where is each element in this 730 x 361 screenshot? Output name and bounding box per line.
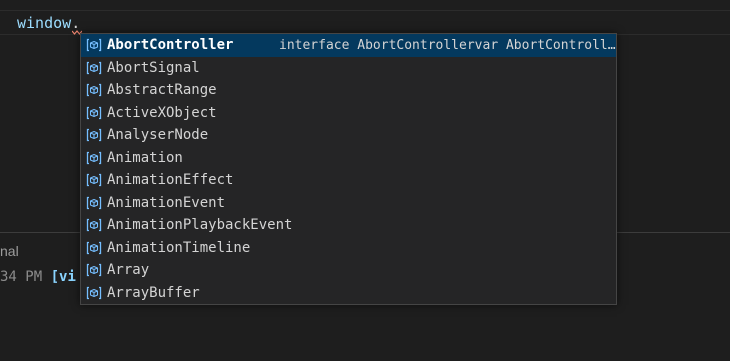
suggest-item[interactable]: AnalyserNode (81, 124, 616, 147)
variable-icon (81, 214, 107, 236)
suggest-item[interactable]: AbstractRange (81, 79, 616, 102)
terminal-tag: [vi (50, 269, 76, 285)
variable-icon (81, 34, 107, 56)
variable-icon (81, 57, 107, 79)
suggest-item[interactable]: AnimationEvent (81, 192, 616, 215)
suggest-item-label: AbortSignal (107, 59, 200, 76)
variable-icon (81, 237, 107, 259)
suggest-item[interactable]: Array (81, 259, 616, 282)
suggest-item-detail: interface AbortControllervar AbortContro… (279, 37, 616, 53)
suggest-item[interactable]: AbortController interface AbortControlle… (81, 34, 616, 57)
suggest-item-label: Animation (107, 149, 183, 166)
code-identifier: window (17, 14, 72, 32)
variable-icon (81, 102, 107, 124)
suggest-item-label: AbortController (107, 37, 234, 54)
suggest-widget[interactable]: AbortController interface AbortControlle… (80, 33, 617, 305)
variable-icon (81, 79, 107, 101)
suggest-item[interactable]: AnimationTimeline (81, 237, 616, 260)
suggest-item-label: AnalyserNode (107, 127, 209, 144)
suggest-item[interactable]: AbortSignal (81, 57, 616, 80)
variable-icon (81, 192, 107, 214)
suggest-item-label: AnimationEffect (107, 172, 234, 189)
code-line[interactable]: window. (17, 13, 80, 33)
suggest-item-label: AbstractRange (107, 82, 217, 99)
panel-title[interactable]: nal (0, 243, 19, 259)
suggest-item-label: Array (107, 262, 150, 279)
variable-icon (81, 259, 107, 281)
terminal-line: 34 PM [vi (0, 269, 76, 285)
suggest-item-label: ArrayBuffer (107, 284, 200, 301)
suggest-item[interactable]: Animation (81, 147, 616, 170)
suggest-item-label: ActiveXObject (107, 104, 217, 121)
suggest-item-label: AnimationPlaybackEvent (107, 217, 293, 234)
suggest-item-label: AnimationTimeline (107, 239, 251, 256)
terminal-time: 34 PM (0, 269, 43, 285)
variable-icon (81, 124, 107, 146)
variable-icon (81, 147, 107, 169)
suggest-item[interactable]: AnimationPlaybackEvent (81, 214, 616, 237)
suggest-item[interactable]: ActiveXObject (81, 102, 616, 125)
suggest-item[interactable]: AnimationEffect (81, 169, 616, 192)
suggest-item[interactable]: ArrayBuffer (81, 282, 616, 305)
variable-icon (81, 282, 107, 304)
suggest-item-label: AnimationEvent (107, 194, 226, 211)
variable-icon (81, 169, 107, 191)
current-line-highlight (0, 10, 730, 35)
